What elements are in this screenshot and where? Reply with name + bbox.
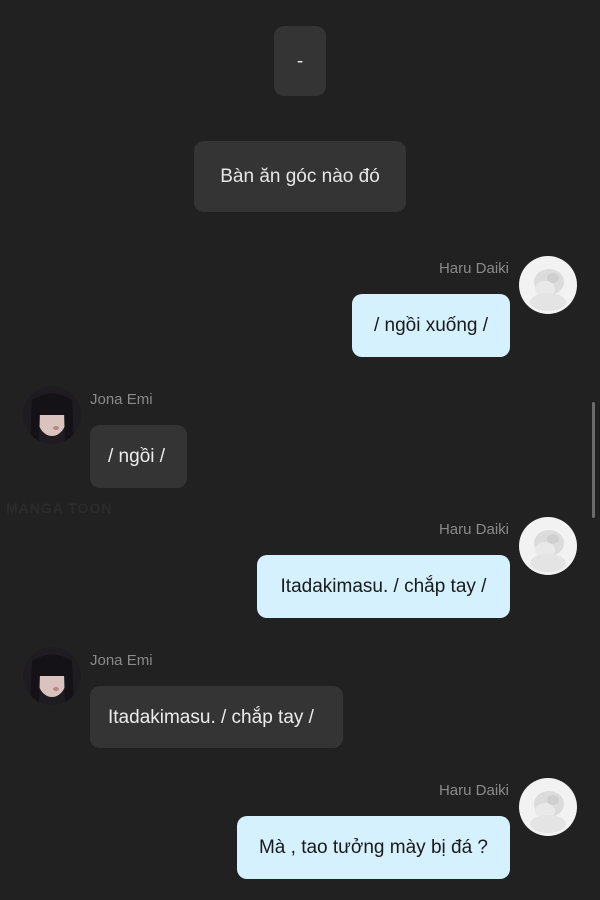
message-bubble-left[interactable]: Itadakimasu. / chắp tay / [90,686,343,748]
message-bubble-right[interactable]: Mà , tao tưởng mày bị đá ? [237,816,510,879]
avatar-haru-daiki[interactable] [519,517,577,575]
avatar-jona-emi[interactable] [23,647,81,705]
system-message-text: Bàn ăn góc nào đó [220,166,380,187]
sender-name: Jona Emi [90,391,153,408]
avatar-haru-daiki[interactable] [519,778,577,836]
message-bubble-right[interactable]: Itadakimasu. / chắp tay / [257,555,510,618]
avatar-jona-emi[interactable] [23,386,81,444]
scrollbar[interactable] [592,402,595,518]
message-bubble-left[interactable]: / ngồi / [90,425,187,488]
message-text: / ngồi xuống / [373,315,489,336]
system-message-text: - [296,50,304,72]
message-text: Itadakimasu. / chắp tay / [108,706,314,728]
system-message: - [274,26,326,96]
message-text: Mà , tao tưởng mày bị đá ? [258,837,488,858]
message-text: Itadakimasu. / chắp tay / [280,576,487,597]
message-text: / ngồi / [108,446,166,467]
watermark: MANGA TOON [6,500,113,516]
sender-name: Haru Daiki [438,521,509,538]
sender-name: Jona Emi [90,652,153,669]
message-bubble-right[interactable]: / ngồi xuống / [352,294,510,357]
sender-name: Haru Daiki [438,782,509,799]
avatar-haru-daiki[interactable] [519,256,577,314]
sender-name: Haru Daiki [438,260,509,277]
system-message: Bàn ăn góc nào đó [194,141,406,212]
